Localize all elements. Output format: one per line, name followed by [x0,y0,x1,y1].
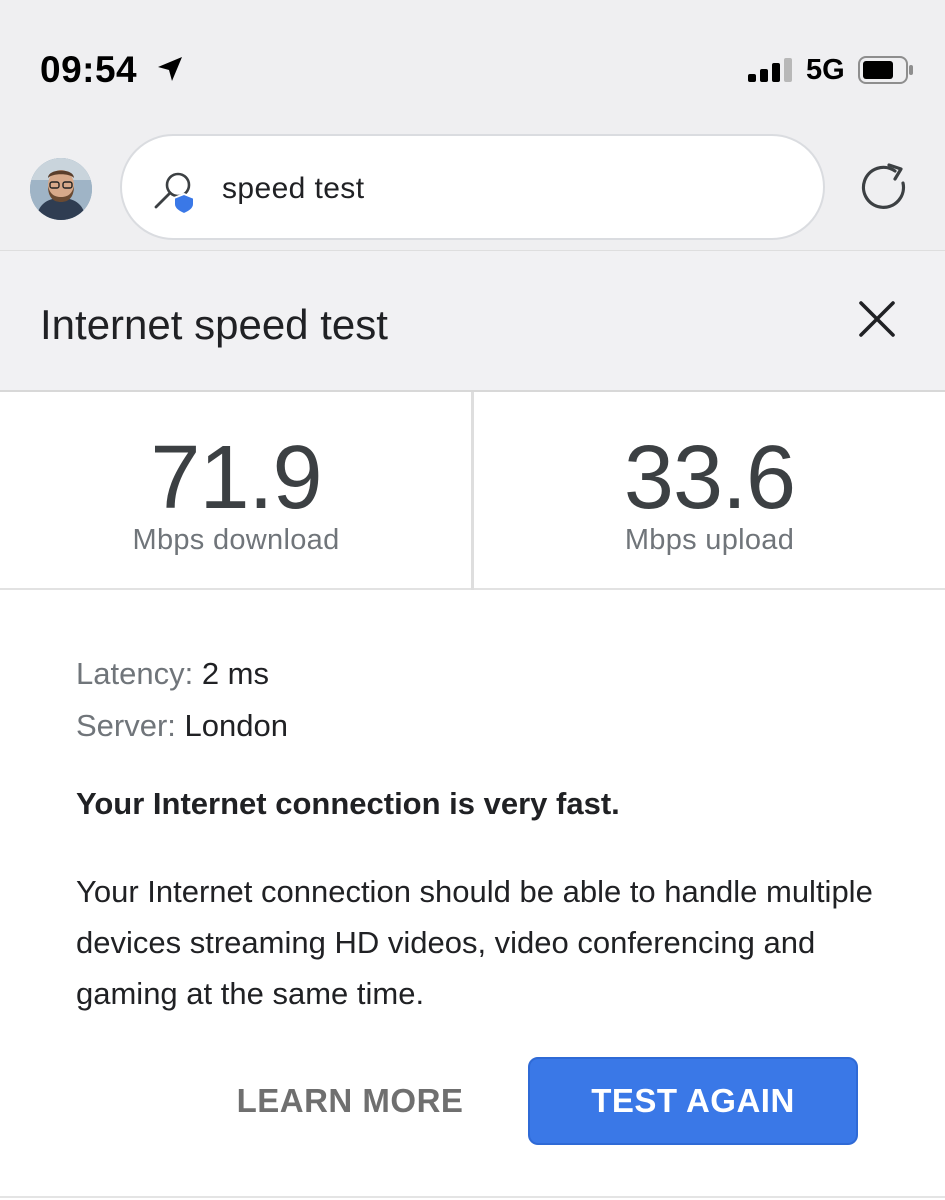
upload-result: 33.6 Mbps upload [474,392,945,590]
speed-results: 71.9 Mbps download 33.6 Mbps upload [0,392,945,590]
network-type: 5G [806,54,845,86]
card-title: Internet speed test [40,301,388,348]
avatar-image [30,158,92,220]
result-description: Your Internet connection should be able … [76,874,873,1011]
top-bar: 09:54 5G speed test [0,0,945,250]
battery-icon [858,56,913,84]
status-bar: 09:54 5G [0,0,945,120]
download-value: 71.9 [150,428,322,528]
learn-more-button[interactable]: LEARN MORE [210,1060,490,1142]
server-row: Server: London [76,700,896,752]
upload-value: 33.6 [623,428,796,528]
details: Latency: 2 ms Server: London [76,648,896,752]
card-header: Internet speed test [0,250,945,392]
test-again-button[interactable]: TEST AGAIN [528,1057,858,1145]
upload-label: Mbps upload [624,524,795,556]
latency-row: Latency: 2 ms [76,648,896,700]
signal-icon [748,58,792,82]
bottom-divider [0,1196,945,1198]
status-time: 09:54 [40,49,138,90]
search-box[interactable]: speed test [120,134,825,240]
location-arrow-icon [158,57,182,81]
close-icon[interactable] [856,298,898,340]
latency-value: 2 ms [201,656,270,691]
search-icon [154,172,195,214]
search-input[interactable]: speed test [222,172,364,206]
download-result: 71.9 Mbps download [0,392,472,590]
server-value: London [184,708,288,743]
download-label: Mbps download [132,524,340,556]
avatar[interactable] [30,158,92,220]
result-headline: Your Internet connection is very fast. [76,786,620,821]
refresh-icon[interactable] [857,161,913,217]
server-key: Server: [76,708,176,743]
latency-key: Latency: [76,656,194,691]
